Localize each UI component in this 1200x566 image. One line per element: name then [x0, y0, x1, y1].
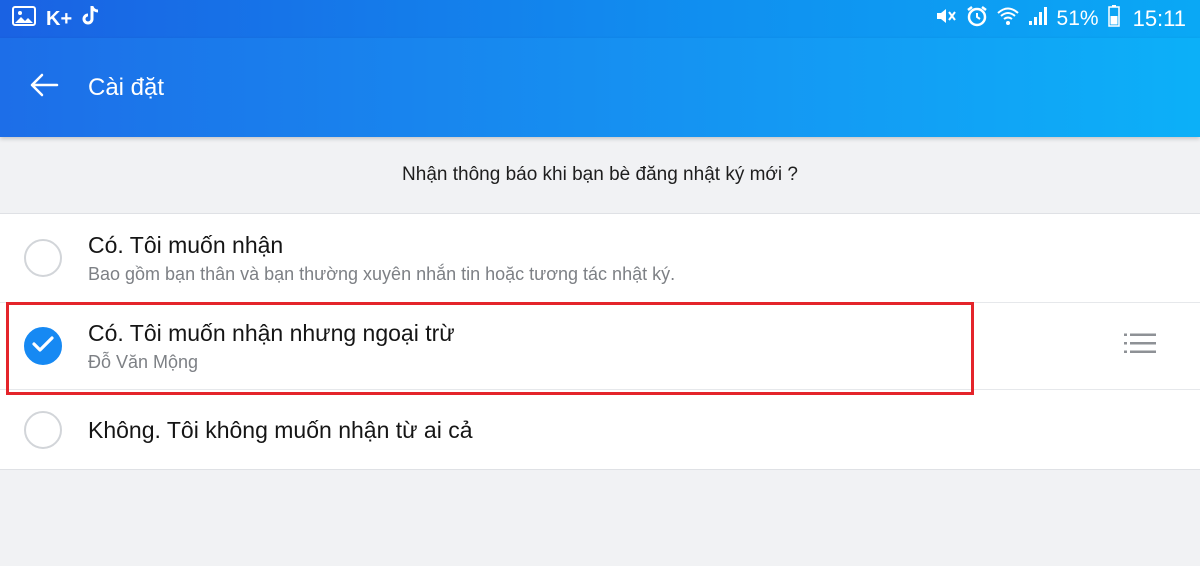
- battery-percent: 51%: [1056, 7, 1099, 30]
- clock-time: 15:11: [1132, 6, 1186, 31]
- option-subtitle: Đỗ Văn Mộng: [88, 351, 199, 372]
- back-arrow-icon: [29, 73, 59, 102]
- wifi-icon: [996, 6, 1019, 32]
- kplus-app-label: K+: [46, 7, 73, 30]
- status-bar-left: K+: [12, 5, 100, 33]
- option-title: Có. Tôi muốn nhận nhưng ngoại trừ: [88, 319, 455, 346]
- option-text: Có. Tôi muốn nhận nhưng ngoại trừ Đỗ Văn…: [88, 318, 455, 375]
- list-icon[interactable]: [1124, 332, 1156, 361]
- tiktok-icon: [82, 5, 100, 33]
- back-button[interactable]: [0, 38, 88, 137]
- radio-checked[interactable]: [24, 327, 62, 365]
- radio-unchecked[interactable]: [24, 410, 62, 449]
- signal-icon: [1028, 6, 1048, 32]
- check-icon: [32, 335, 54, 358]
- option-receive-none[interactable]: Không. Tôi không muốn nhận từ ai cả: [0, 389, 1200, 469]
- options-list: Có. Tôi muốn nhận Bao gồm bạn thân và bạ…: [0, 213, 1200, 470]
- option-subtitle: Bao gồm bạn thân và bạn thường xuyên nhắ…: [88, 263, 676, 284]
- radio-unchecked[interactable]: [24, 239, 62, 277]
- option-text: Có. Tôi muốn nhận Bao gồm bạn thân và bạ…: [88, 230, 675, 287]
- question-text: Nhận thông báo khi bạn bè đăng nhật ký m…: [402, 164, 798, 185]
- option-receive-except[interactable]: Có. Tôi muốn nhận nhưng ngoại trừ Đỗ Văn…: [0, 302, 1200, 389]
- option-receive-all[interactable]: Có. Tôi muốn nhận Bao gồm bạn thân và bạ…: [0, 214, 1200, 302]
- page-title: Cài đặt: [88, 73, 165, 101]
- battery-icon: [1107, 5, 1120, 33]
- alarm-icon: [966, 5, 988, 33]
- status-bar: K+ 51% 15:11: [0, 0, 1200, 38]
- gallery-icon: [12, 6, 36, 32]
- option-title: Có. Tôi muốn nhận: [88, 231, 284, 258]
- option-title: Không. Tôi không muốn nhận từ ai cả: [88, 416, 473, 443]
- option-text: Không. Tôi không muốn nhận từ ai cả: [88, 415, 473, 445]
- app-header: Cài đặt: [0, 38, 1200, 137]
- status-bar-right: 51% 15:11: [935, 5, 1186, 33]
- mute-icon: [935, 6, 957, 32]
